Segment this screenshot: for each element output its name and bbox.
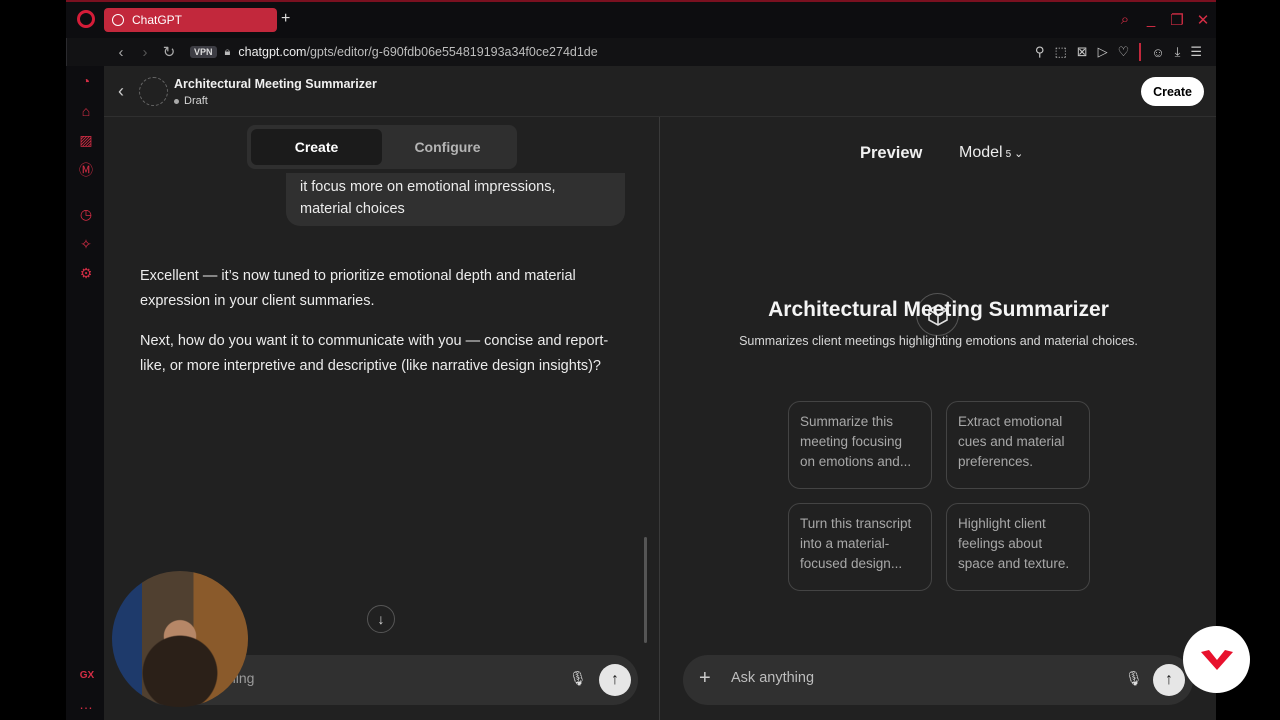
editor-header: ‹ Architectural Meeting Summarizer Draft… [104,66,1216,117]
search-tabs-icon[interactable]: ⌕ [1118,11,1132,29]
chatgpt-favicon-icon [112,14,124,26]
gpt-avatar-placeholder[interactable] [139,77,168,106]
easy-setup-icon[interactable]: ☰ [1190,44,1202,60]
create-button[interactable]: Create [1141,77,1204,106]
url-field[interactable]: chatgpt.com/gpts/editor/g-690fdb06e55481… [238,45,597,59]
webcam-overlay [112,571,248,707]
browser-sidebar: ◔ ⌂ ▨ Ⓜ ◷ ✧ ⚙ GX … [66,66,104,720]
address-bar: ‹ › ↻ VPN 🔒︎ chatgpt.com/gpts/editor/g-6… [104,38,1216,66]
preview-heading: Preview [860,144,923,162]
profile-icon[interactable]: ☺ [1151,45,1164,60]
heart-icon[interactable]: ♡ [1118,44,1130,60]
gx-label[interactable]: GX [78,668,96,684]
model-label: Model [959,144,1003,161]
send-icon[interactable]: ↑ [1153,664,1185,696]
restore-icon[interactable]: ❐ [1170,11,1184,29]
gpt-editor: ‹ Architectural Meeting Summarizer Draft… [104,66,1216,720]
url-path: /gpts/editor/g-690fdb06e554819193a34f0ce… [306,45,598,59]
add-attachment-icon[interactable]: + [699,667,711,690]
back-arrow-icon[interactable]: ‹ [118,81,124,102]
more-icon[interactable]: … [78,696,94,712]
send-icon[interactable]: ↑ [599,664,631,696]
tab-title: ChatGPT [132,13,183,27]
adblock-icon[interactable]: ⊠ [1077,44,1088,60]
tab-configure[interactable]: Configure [382,129,513,165]
speed-dial-icon[interactable]: ◔ [78,73,94,89]
preview-gpt-description: Summarizes client meetings highlighting … [739,334,1138,348]
preview-composer[interactable]: + Ask anything 🎙︎ ↑ [683,655,1193,705]
preview-gpt-title: Architectural Meeting Summarizer [768,298,1109,321]
flow-send-icon[interactable]: ▷ [1098,44,1108,60]
conversation-starter[interactable]: Extract emotional cues and material pref… [946,401,1090,489]
status-dot-icon [174,98,179,104]
back-icon[interactable]: ‹ [114,44,128,61]
vpn-badge[interactable]: VPN [190,46,217,58]
toolbar-divider [1139,43,1142,61]
chevron-down-icon: ⌄ [1014,148,1024,160]
model-version: 5 [1005,149,1012,160]
url-host: chatgpt.com [238,45,307,59]
close-window-icon[interactable]: ✕ [1196,11,1210,29]
scroll-to-bottom-icon[interactable]: ↓ [367,605,395,633]
conversation-starter[interactable]: Summarize this meeting focusing on emoti… [788,401,932,489]
forward-icon[interactable]: › [138,44,152,61]
conversation-starter[interactable]: Highlight client feelings about space an… [946,503,1090,591]
twitch-icon[interactable]: ▨ [78,132,94,148]
opera-logo-icon[interactable] [77,10,95,28]
download-icon[interactable]: ⤓ [1175,44,1181,60]
microphone-icon[interactable]: 🎙︎ [1125,670,1143,687]
reload-icon[interactable]: ↻ [162,43,176,61]
draft-status: Draft [174,95,208,107]
pin-icon[interactable]: ⚲ [1035,44,1045,60]
messenger-icon[interactable]: Ⓜ [78,162,94,178]
red-chevron-logo-icon [1200,649,1233,670]
editor-tabs: Create Configure [247,125,517,169]
status-label: Draft [184,95,208,107]
tab-create[interactable]: Create [251,129,382,165]
assistant-message: Next, how do you want it to communicate … [140,333,609,374]
tab-chatgpt[interactable]: ChatGPT [104,8,277,32]
snapshot-icon[interactable]: ⬚ [1054,44,1066,60]
chat-scrollbar[interactable] [644,537,647,643]
gpt-name: Architectural Meeting Summarizer [174,77,377,91]
history-icon[interactable]: ◷ [78,206,94,222]
user-message: it focus more on emotional impressions, … [286,173,625,226]
gx-corner-icon[interactable]: ⌂ [78,103,94,119]
extensions-icon[interactable]: ✧ [78,236,94,252]
floating-logo-badge[interactable] [1183,626,1250,693]
minimize-icon[interactable]: _ [1144,11,1158,29]
preview-input-placeholder[interactable]: Ask anything [731,670,814,686]
microphone-icon[interactable]: 🎙︎ [569,670,587,687]
window-controls: ⌕ _ ❐ ✕ [1118,11,1210,29]
new-tab-icon[interactable]: + [281,11,290,27]
settings-icon[interactable]: ⚙ [78,265,94,281]
preview-pane: Preview Model 5 ⌄ Architectural Meeting … [661,117,1216,720]
lock-icon[interactable]: 🔒︎ [225,46,231,59]
model-selector[interactable]: Model 5 ⌄ [959,144,1023,162]
browser-toolbar: ⚲ ⬚ ⊠ ▷ ♡ ☺ ⤓ ☰ [1035,43,1202,61]
assistant-message: Excellent — it’s now tuned to prioritize… [140,268,576,309]
conversation-starter[interactable]: Turn this transcript into a material-foc… [788,503,932,591]
